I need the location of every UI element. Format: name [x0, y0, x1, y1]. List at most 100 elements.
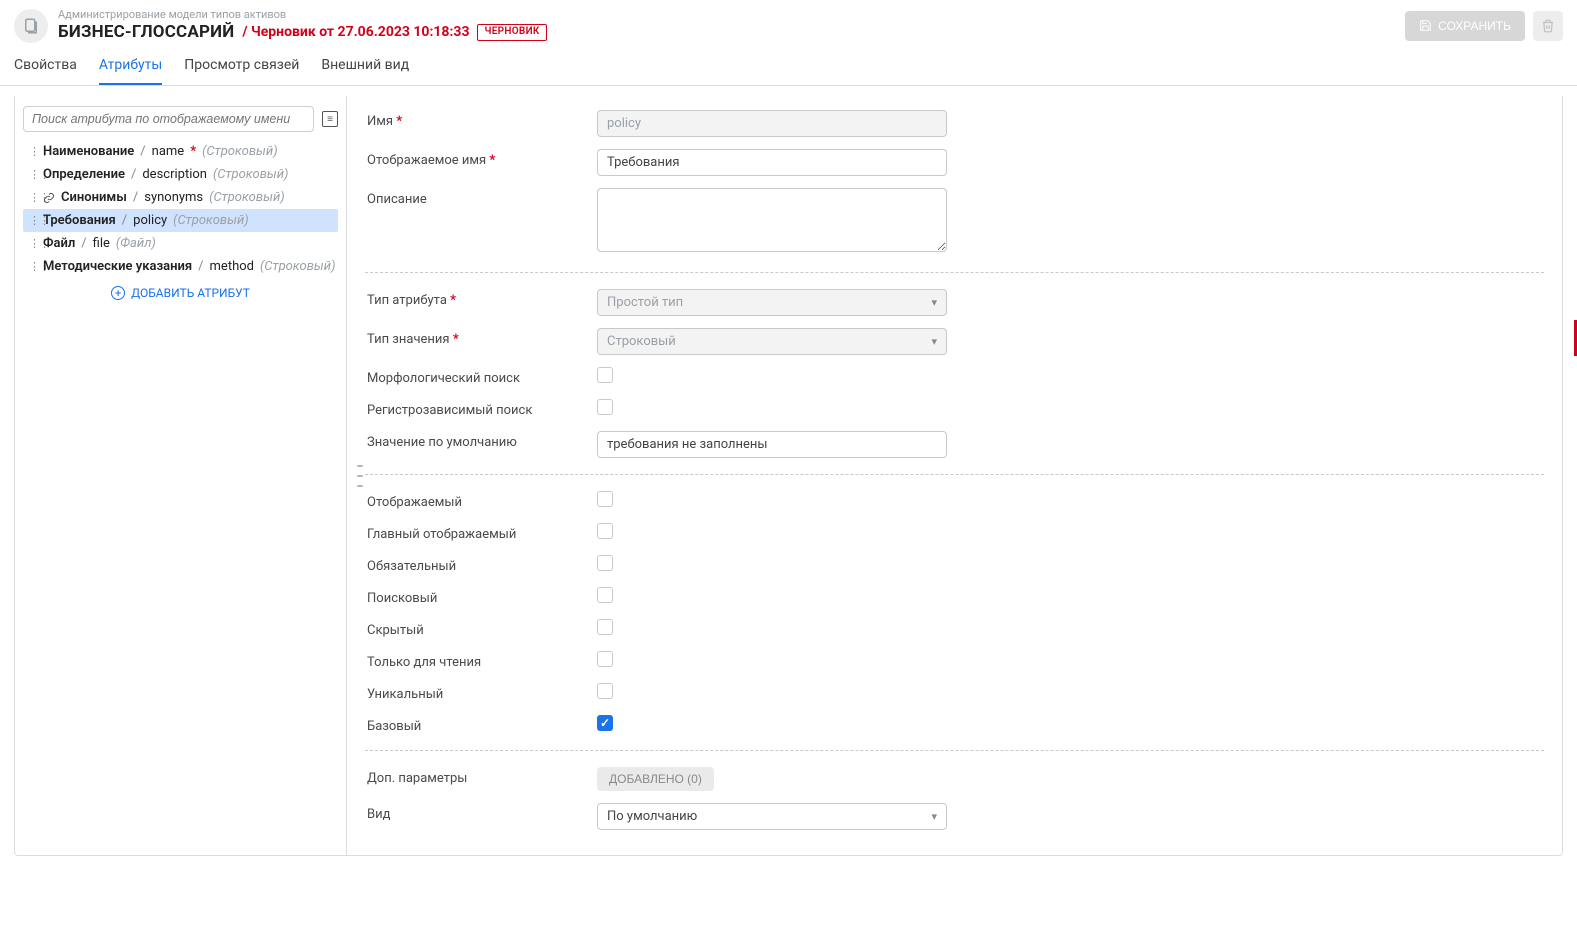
morpho-checkbox[interactable]: [597, 367, 613, 383]
divider: [365, 474, 1544, 475]
drag-handle-icon[interactable]: ⋮⋮: [29, 237, 37, 250]
plus-icon: +: [111, 286, 125, 300]
base-checkbox[interactable]: [597, 715, 613, 731]
attribute-name: Определение: [43, 167, 125, 182]
drag-handle-icon[interactable]: ⋮⋮: [29, 191, 37, 204]
label-kind: Вид: [367, 803, 597, 822]
value-type-select: Строковый ▾: [597, 328, 947, 355]
attribute-item[interactable]: ⋮⋮Требования / policy (Строковый): [23, 209, 338, 232]
label-searchable: Поисковый: [367, 587, 597, 606]
attribute-list: ⋮⋮Наименование / name * (Строковый)⋮⋮Опр…: [23, 140, 338, 278]
extra-params-button[interactable]: ДОБАВЛЕНО (0): [597, 767, 714, 791]
label-main-displayed: Главный отображаемый: [367, 523, 597, 542]
label-default: Значение по умолчанию: [367, 431, 597, 450]
tab-appearance[interactable]: Внешний вид: [321, 57, 409, 85]
name-input: [597, 110, 947, 137]
delete-button[interactable]: [1533, 11, 1563, 41]
attribute-form: Имя * Отображаемое имя * Описание Тип ат…: [347, 96, 1562, 855]
attribute-code: synonyms: [144, 190, 203, 205]
label-extra: Доп. параметры: [367, 767, 597, 786]
attribute-name: Файл: [43, 236, 75, 251]
unique-checkbox[interactable]: [597, 683, 613, 699]
readonly-checkbox[interactable]: [597, 651, 613, 667]
tab-properties[interactable]: Свойства: [14, 57, 77, 85]
label-case: Регистрозависимый поиск: [367, 399, 597, 418]
required-checkbox[interactable]: [597, 555, 613, 571]
attribute-item[interactable]: ⋮⋮Наименование / name * (Строковый): [23, 140, 338, 163]
label-displayed: Отображаемый: [367, 491, 597, 510]
label-attr-type: Тип атрибута *: [367, 289, 597, 308]
drag-handle-icon[interactable]: ⋮⋮: [29, 214, 37, 227]
save-button-label: СОХРАНИТЬ: [1438, 19, 1511, 33]
attribute-name: Синонимы: [61, 190, 127, 205]
tabs: Свойства Атрибуты Просмотр связей Внешни…: [0, 43, 1577, 86]
searchable-checkbox[interactable]: [597, 587, 613, 603]
attribute-type: (Строковый): [260, 259, 335, 274]
add-attribute-label: ДОБАВИТЬ АТРИБУТ: [131, 286, 250, 300]
attribute-code: method: [210, 259, 254, 274]
attribute-type: (Строковый): [173, 213, 248, 228]
header: Администрирование модели типов активов Б…: [0, 0, 1577, 43]
attribute-code: file: [93, 236, 110, 251]
divider: [365, 750, 1544, 751]
chevron-down-icon: ▾: [931, 810, 937, 823]
attribute-sidebar: ≡ ⋮⋮Наименование / name * (Строковый)⋮⋮О…: [15, 96, 347, 855]
attribute-item[interactable]: ⋮⋮Методические указания / method (Строко…: [23, 255, 338, 278]
attribute-type: (Строковый): [209, 190, 284, 205]
main-displayed-checkbox[interactable]: [597, 523, 613, 539]
label-value-type: Тип значения *: [367, 328, 597, 347]
chevron-down-icon: ▾: [931, 296, 937, 309]
attribute-item[interactable]: ⋮⋮Синонимы / synonyms (Строковый): [23, 186, 338, 209]
chevron-down-icon: ▾: [931, 335, 937, 348]
kind-select[interactable]: По умолчанию ▾: [597, 803, 947, 830]
attribute-name: Требования: [43, 213, 116, 228]
attribute-item[interactable]: ⋮⋮Определение / description (Строковый): [23, 163, 338, 186]
label-required: Обязательный: [367, 555, 597, 574]
tab-attributes[interactable]: Атрибуты: [99, 57, 162, 85]
label-hidden: Скрытый: [367, 619, 597, 638]
trash-icon: [1541, 19, 1555, 33]
divider: [365, 272, 1544, 273]
display-name-input[interactable]: [597, 149, 947, 176]
attr-type-select: Простой тип ▾: [597, 289, 947, 316]
draft-badge: ЧЕРНОВИК: [477, 24, 546, 41]
attribute-code: description: [142, 167, 207, 182]
tab-relations[interactable]: Просмотр связей: [184, 57, 299, 85]
label-description: Описание: [367, 188, 597, 207]
attribute-type: (Строковый): [202, 144, 277, 159]
entity-icon: [14, 9, 48, 43]
drag-handle-icon[interactable]: ⋮⋮: [29, 168, 37, 181]
page-title: БИЗНЕС-ГЛОССАРИЙ: [58, 22, 234, 43]
label-display-name: Отображаемое имя *: [367, 149, 597, 168]
label-morpho: Морфологический поиск: [367, 367, 597, 386]
displayed-checkbox[interactable]: [597, 491, 613, 507]
save-icon: [1419, 19, 1432, 32]
attribute-type: (Строковый): [213, 167, 288, 182]
hidden-checkbox[interactable]: [597, 619, 613, 635]
attribute-item[interactable]: ⋮⋮Файл / file (Файл): [23, 232, 338, 255]
draft-timestamp: / Черновик от 27.06.2023 10:18:33: [242, 24, 469, 42]
attribute-name: Наименование: [43, 144, 134, 159]
case-checkbox[interactable]: [597, 399, 613, 415]
drag-handle-icon[interactable]: ⋮⋮: [29, 145, 37, 158]
label-readonly: Только для чтения: [367, 651, 597, 670]
attribute-name: Методические указания: [43, 259, 192, 274]
breadcrumb: Администрирование модели типов активов: [58, 8, 1395, 22]
collapse-icon[interactable]: ≡: [322, 111, 338, 127]
label-unique: Уникальный: [367, 683, 597, 702]
attribute-code: name: [152, 144, 185, 159]
link-icon: [43, 192, 55, 204]
attribute-search-input[interactable]: [23, 106, 314, 132]
drag-handle-icon[interactable]: ⋮⋮: [29, 260, 37, 273]
save-button[interactable]: СОХРАНИТЬ: [1405, 11, 1525, 41]
content-split: ≡ ⋮⋮Наименование / name * (Строковый)⋮⋮О…: [14, 96, 1563, 856]
add-attribute-button[interactable]: + ДОБАВИТЬ АТРИБУТ: [23, 278, 338, 300]
label-base: Базовый: [367, 715, 597, 734]
splitter-handle[interactable]: [357, 465, 363, 487]
default-value-input[interactable]: [597, 431, 947, 458]
description-textarea[interactable]: [597, 188, 947, 252]
attribute-type: (Файл): [116, 236, 156, 251]
attribute-code: policy: [133, 213, 167, 228]
label-name: Имя *: [367, 110, 597, 129]
required-marker: *: [190, 144, 196, 159]
